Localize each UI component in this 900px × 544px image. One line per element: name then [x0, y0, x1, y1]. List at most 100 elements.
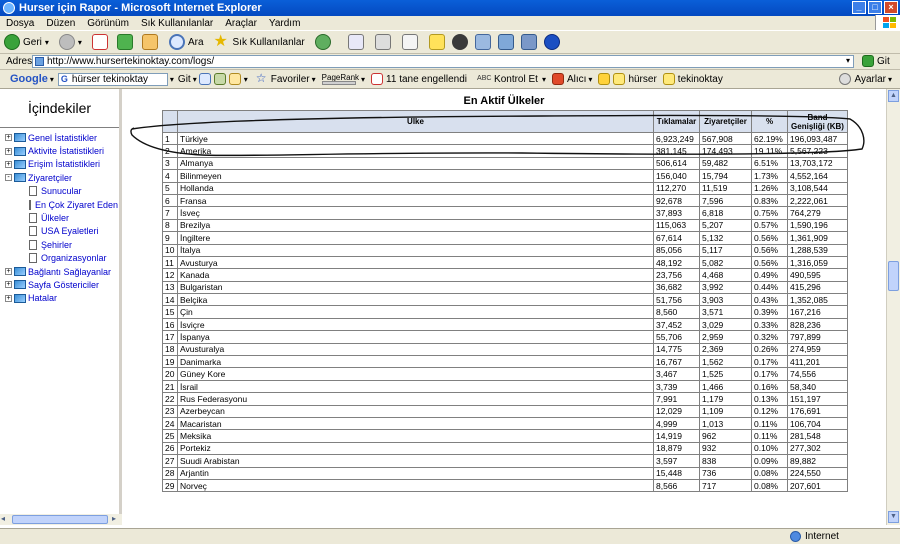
google-history-icon[interactable]: ▾ [170, 75, 174, 84]
expand-icon[interactable]: + [5, 160, 12, 168]
cell-percent: 0.17% [751, 367, 788, 381]
popup-blocked-count[interactable]: 11 tane engellendi [386, 74, 467, 85]
sidebar-item[interactable]: Ülkeler [0, 211, 119, 224]
expand-icon[interactable]: + [5, 294, 12, 302]
sidebar-item[interactable]: + Aktivite İstatistikleri [0, 144, 119, 157]
home-icon[interactable] [141, 34, 158, 50]
sidebar-item[interactable]: Şehirler [0, 238, 119, 251]
scroll-up-icon[interactable]: ▲ [888, 90, 899, 102]
menu-edit[interactable]: Düzen [40, 18, 81, 29]
back-button[interactable]: Geri ▾ [4, 34, 49, 50]
mail-icon[interactable] [347, 34, 364, 50]
forward-button[interactable]: ▾ [58, 34, 82, 50]
sidebar-item[interactable]: + Hatalar [0, 292, 119, 305]
cell-bandwidth: 274,959 [787, 342, 848, 357]
vscroll-thumb[interactable] [888, 261, 899, 291]
menu-tools[interactable]: Araçlar [219, 18, 263, 29]
menu-help[interactable]: Yardım [263, 18, 307, 29]
google-menu-icon[interactable]: ▾ [50, 75, 54, 84]
tool-icon-1[interactable] [474, 34, 491, 50]
document-icon [29, 239, 37, 250]
sidebar-item-label: Bağlantı Sağlayanlar [28, 266, 112, 277]
cell-bandwidth: 106,704 [787, 416, 848, 431]
sidebar-item[interactable]: + Bağlantı Sağlayanlar [0, 265, 119, 278]
sidebar-item[interactable]: Sunucular [0, 185, 119, 198]
google-news-icon[interactable] [228, 73, 241, 85]
cell-clicks: 115,063 [653, 218, 700, 233]
zone-label: Internet [805, 531, 839, 542]
sidebar-item[interactable]: USA Eyaletleri [0, 225, 119, 238]
cell-clicks: 37,893 [653, 206, 700, 220]
sidebar-item-label: Sunucular [41, 186, 82, 197]
cell-rank: 19 [162, 355, 178, 369]
sidebar-item[interactable]: + Erişim İstatistikleri [0, 158, 119, 171]
menu-file[interactable]: Dosya [0, 18, 40, 29]
minimize-icon[interactable]: _ [852, 1, 866, 14]
menu-view[interactable]: Görünüm [81, 18, 135, 29]
google-search-site-icon[interactable] [198, 73, 211, 85]
google-go-button[interactable]: Git [178, 74, 191, 85]
window-title: Hurser için Rapor - Microsoft Internet E… [19, 2, 262, 14]
table-row: 21 İsrail 3,739 1,466 0.16% 58,340 [162, 379, 848, 394]
highlight-term-1[interactable]: hürser [628, 74, 656, 85]
search-button[interactable]: Ara [168, 34, 204, 50]
sidebar-item[interactable]: + Genel İstatistikler [0, 131, 119, 144]
sidebar-hscrollbar[interactable]: ◂ ▸ [0, 514, 122, 525]
close-icon[interactable]: × [884, 1, 898, 14]
cell-clicks: 55,706 [653, 330, 700, 344]
highlight-term-2[interactable]: tekinoktay [678, 74, 723, 85]
table-row: 25 Meksika 14,919 962 0.11% 281,548 [162, 429, 848, 443]
maximize-icon[interactable]: □ [868, 1, 882, 14]
cell-country: Brezilya [177, 218, 654, 233]
send-button[interactable]: Alıcı [567, 74, 586, 85]
print-icon[interactable] [374, 34, 391, 50]
address-dropdown-icon[interactable]: ▾ [846, 56, 850, 65]
spellcheck-button[interactable]: Kontrol Et [494, 74, 538, 85]
table-row: 9 İngiltere 67,614 5,132 0.56% 1,361,909 [162, 231, 848, 245]
sidebar-item[interactable]: Organizasyonlar [0, 252, 119, 265]
collapse-icon[interactable]: - [5, 174, 12, 182]
address-input[interactable]: http://www.hursertekinoktay.com/logs/ [32, 55, 854, 68]
sidebar-item[interactable]: En Çok Ziyaret Eden Üs [0, 198, 119, 211]
sidebar-hscroll-thumb[interactable] [12, 515, 108, 524]
go-button[interactable]: Git [862, 55, 890, 67]
cell-percent: 0.56% [751, 231, 788, 245]
stop-icon[interactable] [91, 34, 108, 50]
sidebar-item[interactable]: - Ziyaretçiler [0, 171, 119, 184]
google-favorites-button[interactable]: Favoriler [271, 74, 310, 85]
table-row: 27 Suudi Arabistan 3,597 838 0.09% 89,882 [162, 454, 848, 468]
cell-country: Güney Kore [177, 367, 654, 381]
settings-button[interactable]: Ayarlar ▾ [839, 73, 892, 85]
notes-icon[interactable] [428, 34, 445, 50]
cell-visitors: 3,029 [699, 317, 752, 332]
messenger-icon[interactable] [451, 34, 468, 50]
pagerank-indicator[interactable]: PageRank [321, 73, 359, 85]
refresh-icon[interactable] [116, 34, 133, 50]
search-icon [168, 34, 185, 50]
table-row: 16 İsviçre 37,452 3,029 0.33% 828,236 [162, 317, 848, 332]
expand-icon[interactable]: + [5, 281, 12, 289]
tool-icon-2[interactable] [497, 34, 514, 50]
expand-icon[interactable]: + [5, 147, 12, 155]
page-vscrollbar[interactable]: ▲ ▼ [886, 89, 900, 525]
cell-bandwidth: 1,316,059 [787, 255, 848, 270]
edit-icon[interactable] [401, 34, 418, 50]
favorites-button[interactable]: ★ Sık Kullanılanlar [214, 34, 305, 50]
cell-visitors: 1,525 [699, 367, 752, 381]
expand-icon[interactable]: + [5, 268, 12, 276]
sidebar-title: İçindekiler [0, 89, 119, 128]
sidebar-item[interactable]: + Sayfa Göstericiler [0, 278, 119, 291]
google-search-input[interactable]: G hürser tekinoktay [57, 72, 168, 86]
tool-icon-3[interactable] [520, 34, 537, 50]
title-bar: Hurser için Rapor - Microsoft Internet E… [0, 0, 900, 16]
cell-visitors: 5,082 [699, 255, 752, 270]
bluetooth-icon[interactable] [543, 34, 560, 50]
menu-favorites[interactable]: Sık Kullanılanlar [135, 18, 219, 29]
scroll-down-icon[interactable]: ▼ [888, 511, 899, 523]
expand-icon[interactable]: + [5, 134, 12, 142]
highlight-icon[interactable] [598, 73, 611, 85]
google-images-icon[interactable] [213, 73, 226, 85]
cell-visitors: 5,207 [699, 218, 752, 233]
go-arrow-icon [862, 55, 874, 67]
history-icon[interactable] [314, 34, 331, 50]
